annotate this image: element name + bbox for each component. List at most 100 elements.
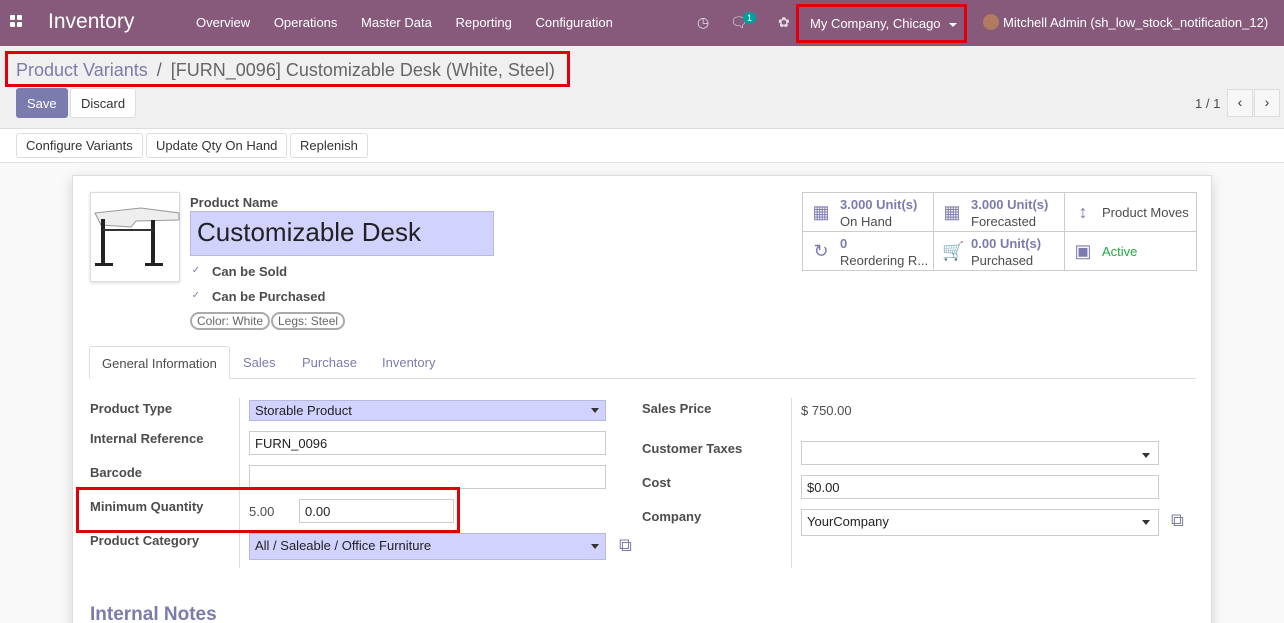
pager-next-button[interactable]: ›: [1254, 89, 1280, 117]
product-name-label: Product Name: [190, 195, 279, 210]
building-icon: ▦: [812, 202, 830, 222]
active-label: Active: [1102, 244, 1138, 259]
header-button-bar: Configure Variants Update Qty On Hand Re…: [0, 129, 1284, 163]
replenish-button[interactable]: Replenish: [290, 133, 368, 158]
internal-notes-heading: Internal Notes: [90, 604, 217, 623]
clock-icon[interactable]: ◷: [697, 14, 709, 31]
product-type-value: Storable Product: [255, 403, 352, 418]
product-moves-label: Product Moves: [1102, 205, 1189, 220]
tab-inventory[interactable]: Inventory: [370, 346, 447, 379]
user-name: Mitchell Admin (sh_low_stock_notificatio…: [1003, 15, 1269, 30]
highlight-breadcrumb-box: [5, 51, 570, 87]
debug-bug-icon[interactable]: ✿: [778, 14, 790, 31]
discard-button[interactable]: Discard: [70, 88, 137, 118]
forecast-value-line: 3.000 Unit(s): [971, 197, 1048, 212]
notebook-tabs: General Information Sales Purchase Inven…: [89, 346, 1196, 379]
product-moves-button[interactable]: ↕ Product Moves: [1065, 193, 1196, 232]
on-hand-value: 3.000: [840, 197, 873, 212]
smart-buttons: ▦ 3.000 Unit(s) On Hand ▦ 3.000 Unit(s) …: [802, 192, 1197, 271]
menu-operations[interactable]: Operations: [274, 15, 338, 30]
archive-icon: ▣: [1074, 241, 1092, 261]
app-brand[interactable]: Inventory: [48, 10, 134, 34]
attribute-tag-legs[interactable]: Legs: Steel: [271, 312, 346, 330]
sales-price-value[interactable]: $ 750.00: [801, 403, 852, 418]
product-type-label: Product Type: [90, 401, 173, 416]
chevron-down-icon: [591, 408, 599, 413]
highlight-min-qty-box: [76, 487, 460, 533]
reorder-label: Reordering R...: [840, 253, 929, 268]
menu-overview[interactable]: Overview: [196, 15, 250, 30]
tab-sales[interactable]: Sales: [231, 346, 288, 379]
purchased-button[interactable]: 🛒 0.00 Unit(s) Purchased: [934, 232, 1065, 271]
customer-taxes-input[interactable]: [801, 441, 1159, 465]
cost-label: Cost: [642, 475, 671, 490]
menu-reporting[interactable]: Reporting: [455, 15, 511, 30]
update-qty-button[interactable]: Update Qty On Hand: [146, 133, 288, 158]
can-be-purchased-label: Can be Purchased: [212, 289, 326, 304]
customer-taxes-label: Customer Taxes: [642, 441, 743, 456]
can-be-purchased-checkbox[interactable]: ✓: [190, 290, 202, 302]
user-menu[interactable]: Mitchell Admin (sh_low_stock_notificatio…: [983, 14, 1268, 30]
barcode-input[interactable]: [249, 465, 606, 489]
highlight-company-box: [796, 4, 967, 43]
external-link-icon[interactable]: ⧉: [619, 535, 637, 555]
sales-price-label: Sales Price: [642, 401, 712, 416]
menu-master-data[interactable]: Master Data: [361, 15, 432, 30]
form-sheet: Product Name Customizable Desk ✓ Can be …: [72, 175, 1212, 623]
forecast-label: Forecasted: [971, 214, 1037, 229]
forecasted-button[interactable]: ▦ 3.000 Unit(s) Forecasted: [934, 193, 1065, 232]
main-menu: Overview Operations Master Data Reportin…: [196, 15, 633, 30]
purchased-value: 0.00: [971, 236, 997, 251]
forecast-unit: Unit(s): [1007, 197, 1049, 212]
pager-previous-button[interactable]: ‹: [1227, 89, 1253, 117]
cost-input[interactable]: $0.00: [801, 475, 1159, 499]
on-hand-button[interactable]: ▦ 3.000 Unit(s) On Hand: [803, 193, 934, 232]
refresh-icon: ↻: [813, 241, 829, 261]
chevron-down-icon: [1142, 520, 1150, 525]
product-image[interactable]: [90, 192, 180, 282]
reorder-value: 0: [840, 236, 848, 251]
arrows-vertical-icon: ↕: [1078, 202, 1088, 222]
reordering-rules-button[interactable]: ↻ 0 Reordering R...: [803, 232, 934, 271]
message-count-badge: 1: [743, 12, 757, 24]
tab-general-information[interactable]: General Information: [89, 346, 230, 379]
company-select[interactable]: YourCompany: [801, 509, 1159, 536]
purchased-unit: Unit(s): [999, 236, 1042, 251]
save-button[interactable]: Save: [16, 88, 68, 118]
column-divider: [791, 398, 792, 568]
column-divider: [239, 398, 240, 568]
product-type-select[interactable]: Storable Product: [249, 400, 606, 421]
external-link-icon[interactable]: ⧉: [1171, 510, 1189, 530]
on-hand-unit: Unit(s): [876, 197, 918, 212]
purchased-label: Purchased: [971, 253, 1034, 268]
desk-image: [94, 207, 180, 266]
building-icon: ▦: [943, 202, 961, 222]
apps-menu-icon[interactable]: [10, 15, 24, 29]
attribute-tag-color[interactable]: Color: White: [190, 312, 271, 330]
forecast-value: 3.000: [971, 197, 1004, 212]
menu-configuration[interactable]: Configuration: [535, 15, 612, 30]
product-category-value: All / Saleable / Office Furniture: [255, 538, 432, 553]
pager-value[interactable]: 1 / 1: [1195, 96, 1220, 111]
can-be-sold-label: Can be Sold: [212, 264, 288, 279]
configure-variants-button[interactable]: Configure Variants: [16, 133, 143, 158]
avatar: [983, 14, 999, 30]
tab-purchase[interactable]: Purchase: [290, 346, 369, 379]
product-category-select[interactable]: All / Saleable / Office Furniture: [249, 533, 606, 560]
internal-reference-input[interactable]: FURN_0096: [249, 431, 606, 455]
company-value: YourCompany: [807, 514, 889, 529]
on-hand-value-line: 3.000 Unit(s): [840, 197, 917, 212]
chevron-down-icon: [1142, 453, 1150, 458]
purchased-value-line: 0.00 Unit(s): [971, 236, 1041, 251]
on-hand-label: On Hand: [840, 214, 893, 229]
product-name-input[interactable]: Customizable Desk: [190, 211, 494, 256]
cart-icon: 🛒: [942, 241, 965, 261]
can-be-sold-checkbox[interactable]: ✓: [190, 265, 202, 277]
product-category-label: Product Category: [90, 533, 200, 548]
barcode-label: Barcode: [90, 465, 143, 480]
top-navbar: Inventory Overview Operations Master Dat…: [0, 0, 1284, 46]
internal-reference-label: Internal Reference: [90, 431, 204, 446]
company-label: Company: [642, 509, 702, 524]
chevron-down-icon: [591, 544, 599, 549]
active-toggle-button[interactable]: ▣ Active: [1065, 232, 1196, 271]
